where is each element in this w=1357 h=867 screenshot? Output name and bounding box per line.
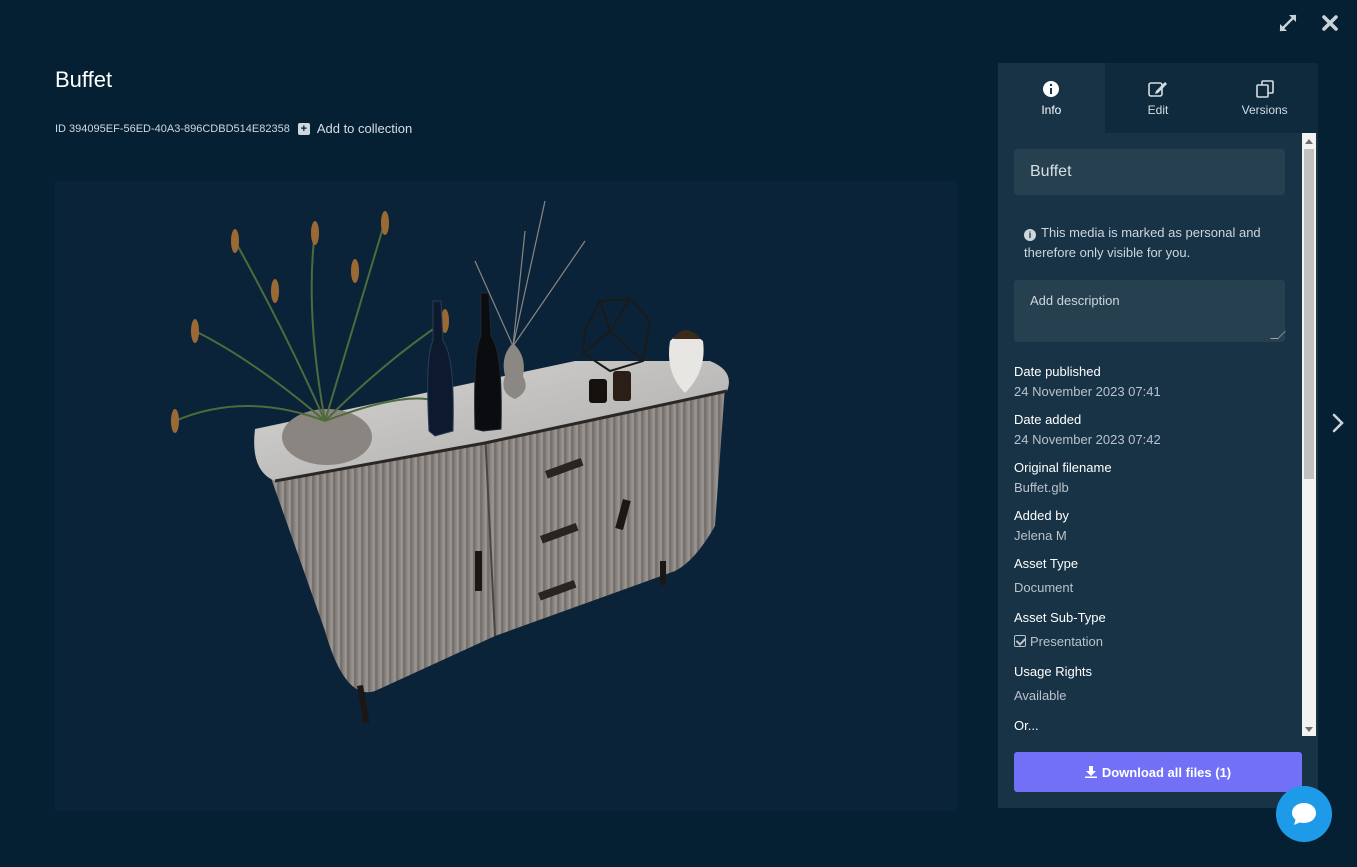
original-filename-value: Buffet.glb — [1014, 480, 1069, 495]
download-all-label: Download all files (1) — [1101, 764, 1232, 780]
tab-edit[interactable]: Edit — [1105, 63, 1212, 133]
info-scroll-area[interactable]: iThis media is marked as personal and th… — [998, 133, 1318, 736]
expand-icon[interactable] — [1277, 12, 1299, 34]
tab-versions[interactable]: Versions — [1211, 63, 1318, 133]
window-controls — [1277, 12, 1341, 34]
asset-id-row: ID 394095EF-56ED-40A3-896CDBD514E82358 +… — [55, 121, 412, 136]
tab-edit-label: Edit — [1147, 103, 1169, 117]
date-added-label: Date added — [1014, 412, 1082, 427]
description-field-wrapper — [1014, 280, 1286, 342]
info-icon — [1042, 79, 1060, 99]
date-added-value: 24 November 2023 07:42 — [1014, 432, 1161, 447]
plus-square-icon: + — [297, 122, 310, 135]
panel-tabs: Info Edit Versions — [998, 63, 1318, 133]
checkbox-checked-icon — [1014, 635, 1026, 647]
description-field[interactable] — [1014, 280, 1285, 342]
next-asset-button[interactable] — [1328, 411, 1348, 435]
info-content: iThis media is marked as personal and th… — [1014, 149, 1286, 736]
usage-rights-label: Usage Rights — [1014, 664, 1093, 679]
add-to-collection-label: Add to collection — [316, 121, 413, 136]
asset-subtype-label: Asset Sub-Type — [1014, 610, 1106, 625]
scroll-down-arrow-icon[interactable] — [1305, 727, 1313, 732]
asset-type-value: Document — [1014, 580, 1074, 595]
info-circle-icon: i — [1024, 229, 1036, 241]
chat-bubble-icon — [1292, 803, 1316, 825]
tab-info[interactable]: Info — [998, 63, 1105, 133]
usage-rights-value: Available — [1014, 688, 1067, 703]
asset-subtype-value-row: Presentation — [1014, 632, 1285, 652]
model-viewer[interactable] — [55, 181, 958, 811]
metadata-list: Date published 24 November 2023 07:41 Da… — [1014, 362, 1285, 736]
info-panel: Info Edit Versions iThis media is marked… — [998, 63, 1318, 808]
cut-off-label: Or... — [1014, 718, 1039, 733]
buffet-3d-model — [171, 200, 729, 724]
added-by-label: Added by — [1014, 508, 1069, 523]
name-field[interactable] — [1014, 149, 1285, 195]
scrollbar[interactable] — [1302, 133, 1316, 736]
scroll-up-arrow-icon[interactable] — [1305, 139, 1313, 144]
tab-versions-label: Versions — [1241, 103, 1288, 117]
add-to-collection-button[interactable]: + Add to collection — [297, 121, 413, 136]
download-all-button[interactable]: Download all files (1) — [1014, 752, 1302, 792]
date-published-value: 24 November 2023 07:41 — [1014, 384, 1161, 399]
added-by-value: Jelena M — [1014, 528, 1067, 543]
asset-type-label: Asset Type — [1014, 556, 1079, 571]
personal-notice: i This media is marked as personal and th… — [1014, 223, 1285, 263]
page-title: Buffet — [55, 67, 113, 92]
personal-notice-text: This media is marked as personal and the… — [1024, 225, 1261, 260]
asset-subtype-value: Presentation — [1030, 634, 1103, 649]
date-published-label: Date published — [1014, 364, 1101, 379]
tab-info-label: Info — [1041, 103, 1062, 117]
chevron-right-icon — [1332, 413, 1344, 433]
original-filename-label: Original filename — [1014, 460, 1112, 475]
chat-button[interactable] — [1276, 786, 1332, 842]
close-icon[interactable] — [1319, 12, 1341, 34]
scrollbar-thumb[interactable] — [1304, 149, 1314, 479]
edit-icon — [1148, 79, 1168, 99]
download-icon — [1084, 766, 1097, 778]
asset-id: ID 394095EF-56ED-40A3-896CDBD514E82358 — [55, 122, 290, 135]
versions-icon — [1255, 79, 1275, 99]
